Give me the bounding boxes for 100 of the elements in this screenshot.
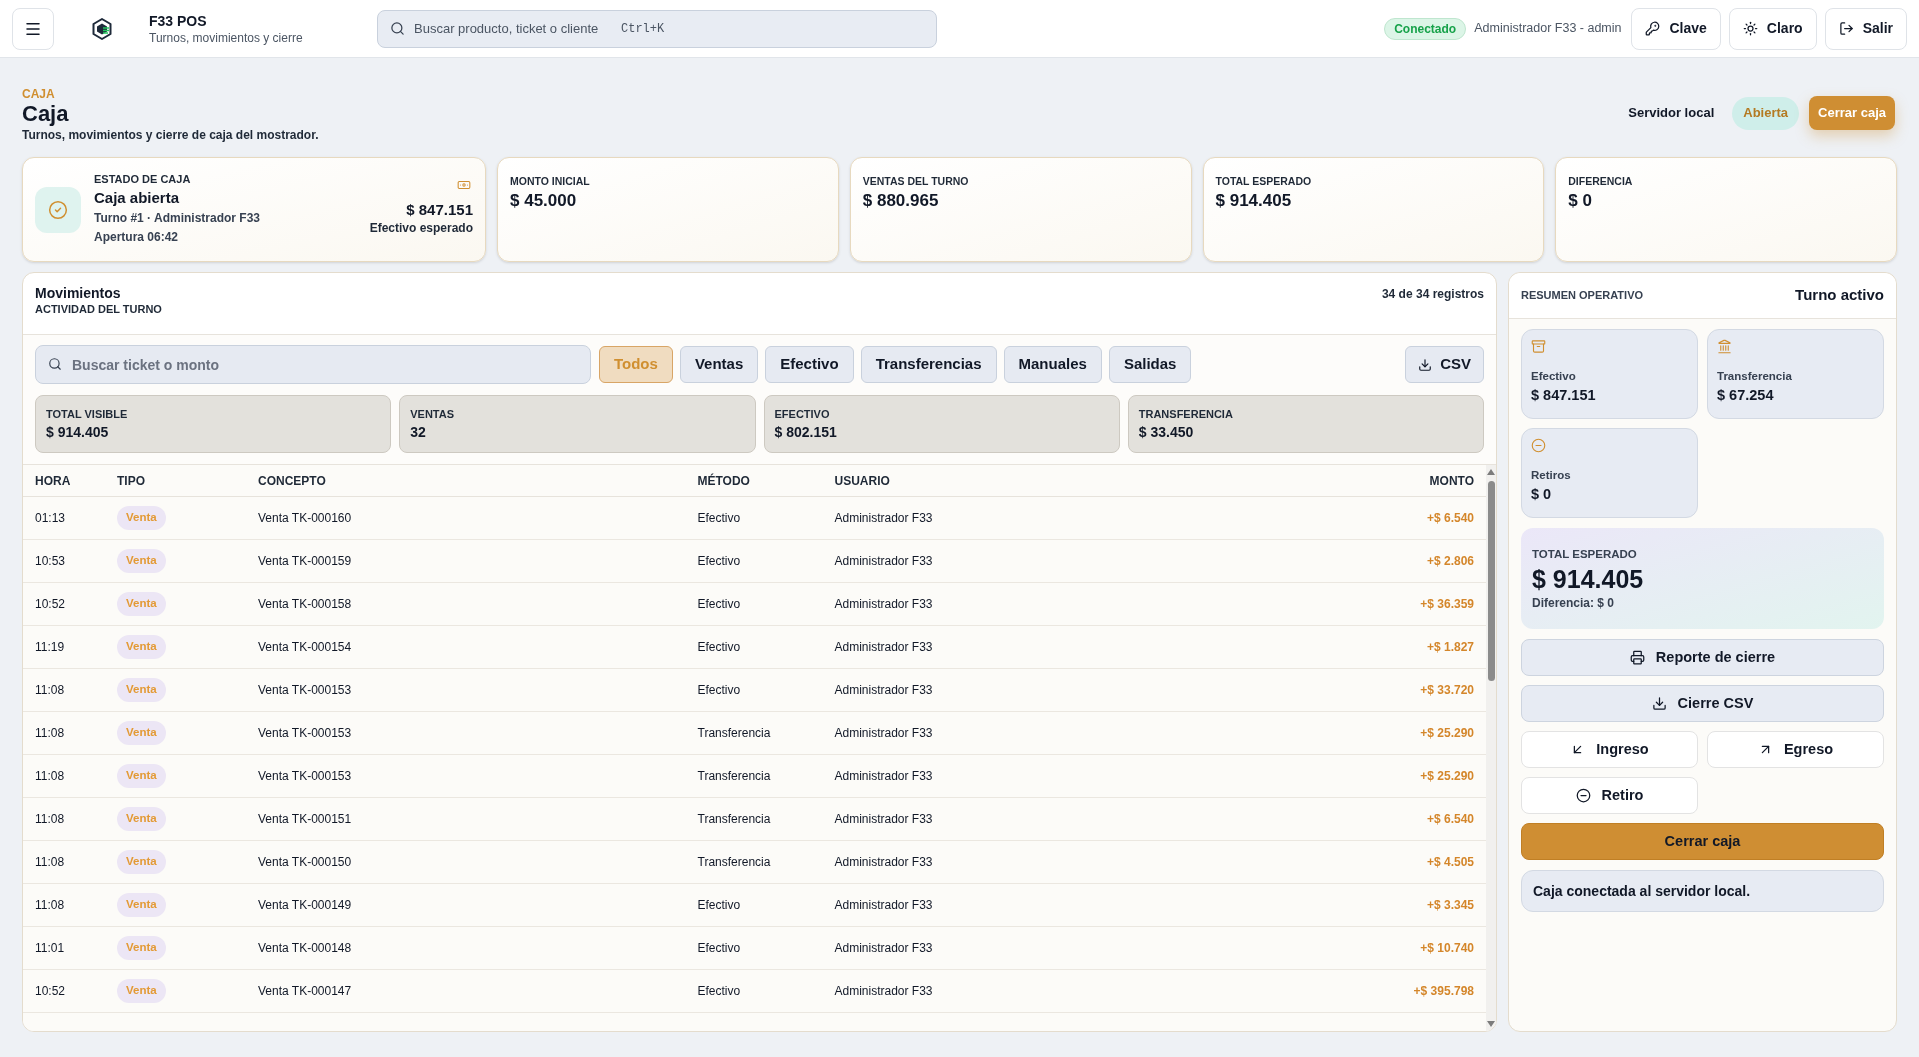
scroll-down-icon[interactable] [1487,1021,1495,1027]
type-badge: Venta [117,936,166,960]
printer-icon [1629,650,1645,665]
table-cell-text: 10:52 [35,983,67,1000]
theme-button[interactable]: Claro [1728,7,1817,50]
amount-cell-text: +$ 10.740 [1419,940,1474,957]
column-header: HORA [35,472,72,490]
csv-button[interactable]: CSV [1405,346,1484,383]
connection-message: Caja conectada al servidor local. [1521,870,1884,912]
sun-icon [1742,21,1758,36]
filter-chip[interactable]: Efectivo [765,346,854,383]
password-button[interactable]: Clave [1631,7,1721,50]
shortcut-hint: Ctrl+K [621,20,665,37]
table-cell-text: Administrador F33 [834,768,934,785]
tile-label: Efectivo [1531,369,1577,384]
table-cell-text: Venta TK-000148 [258,940,353,957]
table-cell-text: Venta TK-000150 [258,854,353,871]
type-badge: Venta [117,592,166,616]
table-cell-text: 11:01 [35,940,66,957]
table-cell-text: 11:08 [35,768,66,785]
kpi-label: VENTAS DEL TURNO [862,174,970,188]
bank-icon [1717,339,1732,354]
total-value: $ 914.405 [46,422,110,442]
menu-button[interactable] [12,7,54,50]
table-cell-text: Venta TK-000153 [258,768,353,785]
logo-icon [92,17,112,40]
total-value: 32 [410,422,427,442]
amount-cell-text: +$ 25.290 [1419,768,1474,785]
filter-chip[interactable]: Transferencias [860,346,997,383]
amount-cell-text: +$ 4.505 [1425,854,1474,871]
tile-value: $ 67.254 [1717,386,1775,405]
table-cell-text: Administrador F33 [834,510,934,527]
table-cell-text: Administrador F33 [834,639,934,656]
filter-chip[interactable]: Manuales [1003,346,1102,383]
type-badge: Venta [117,893,166,917]
section-eyebrow: CAJA [22,87,56,101]
kpi-value: $ 880.965 [862,190,940,212]
app-title: F33 POS [149,11,208,30]
table-cell-text: Transferencia [697,811,772,828]
table-cell-text: 11:08 [35,854,66,871]
amount-cell-text: +$ 1.827 [1425,639,1474,656]
table-cell-text: 10:52 [35,596,67,613]
table-cell-text: Administrador F33 [834,596,934,613]
income-button[interactable]: Ingreso [1521,731,1698,768]
table-cell-text: Efectivo [697,682,742,699]
scrollbar[interactable] [1486,465,1496,1031]
csv-button[interactable]: Cierre CSV [1521,685,1884,722]
table-cell-text: Efectivo [697,983,742,1000]
download-icon [1651,696,1667,711]
total-value: $ 802.151 [774,422,838,442]
filter-chip[interactable]: Ventas [679,346,759,383]
download-icon [1418,357,1433,372]
logout-button[interactable]: Salir [1824,7,1907,50]
amount-cell-text: +$ 36.359 [1419,596,1474,613]
scrollbar-thumb[interactable] [1487,481,1495,681]
amount-cell-text: +$ 395.798 [1412,983,1474,1000]
table-cell-text: Efectivo [697,510,742,527]
expense-button[interactable]: Egreso [1707,731,1884,768]
withdraw-button[interactable]: Retiro [1521,777,1698,814]
type-badge: Venta [117,764,166,788]
tile-value: $ 847.151 [1531,386,1597,405]
table-cell-text: Efectivo [697,596,742,613]
amount-cell-text: +$ 2.806 [1425,553,1474,570]
banknote-icon [457,178,471,192]
table-cell-text: Venta TK-000149 [258,897,353,914]
column-header: USUARIO [834,472,891,490]
kpi-value: $ 45.000 [510,190,578,212]
total-value: $ 33.450 [1138,422,1195,442]
status-label: ESTADO DE CAJA [94,172,192,187]
amount-cell-text: +$ 6.540 [1425,510,1474,527]
total-label: TRANSFERENCIA [1138,406,1234,422]
table-cell-text: Venta TK-000158 [258,596,353,613]
type-badge: Venta [117,635,166,659]
tile-value: $ 0 [1531,485,1553,504]
kpi-label: MONTO INICIAL [510,174,591,188]
expected-total-label: TOTAL ESPERADO [1532,547,1638,562]
column-header: TIPO [117,472,146,490]
filter-chip[interactable]: Salidas [1108,346,1192,383]
panel-title: Movimientos [35,284,122,302]
table-cell-text: Venta TK-000159 [258,553,353,570]
search-field[interactable]: Buscar ticket o monto [35,345,591,384]
server-label: Servidor local [1628,104,1715,123]
table-cell-text: 11:08 [35,682,66,699]
report-button[interactable]: Reporte de cierre [1521,639,1884,676]
table-cell-text: 11:08 [35,725,66,742]
shift-info: Turno #1 · Administrador F33 [94,210,262,227]
table-cell-text: Administrador F33 [834,553,934,570]
type-badge: Venta [117,506,166,530]
summary-title: RESUMEN OPERATIVO [1521,288,1644,304]
table-cell-text: 10:53 [35,553,67,570]
close-register-button[interactable]: Cerrar caja [1521,823,1884,860]
logout-icon [1838,21,1854,36]
page-subtitle: Turnos, movimientos y cierre de caja del mostrador. [22,127,319,143]
table-cell-text: Efectivo [697,639,742,656]
minus-circle-icon [1531,438,1546,453]
archive-icon [1531,339,1546,354]
scroll-up-icon[interactable] [1487,469,1495,475]
record-count: 34 de 34 registros [1381,286,1484,303]
type-badge: Venta [117,678,166,702]
table-cell-text: 01:13 [35,510,67,527]
